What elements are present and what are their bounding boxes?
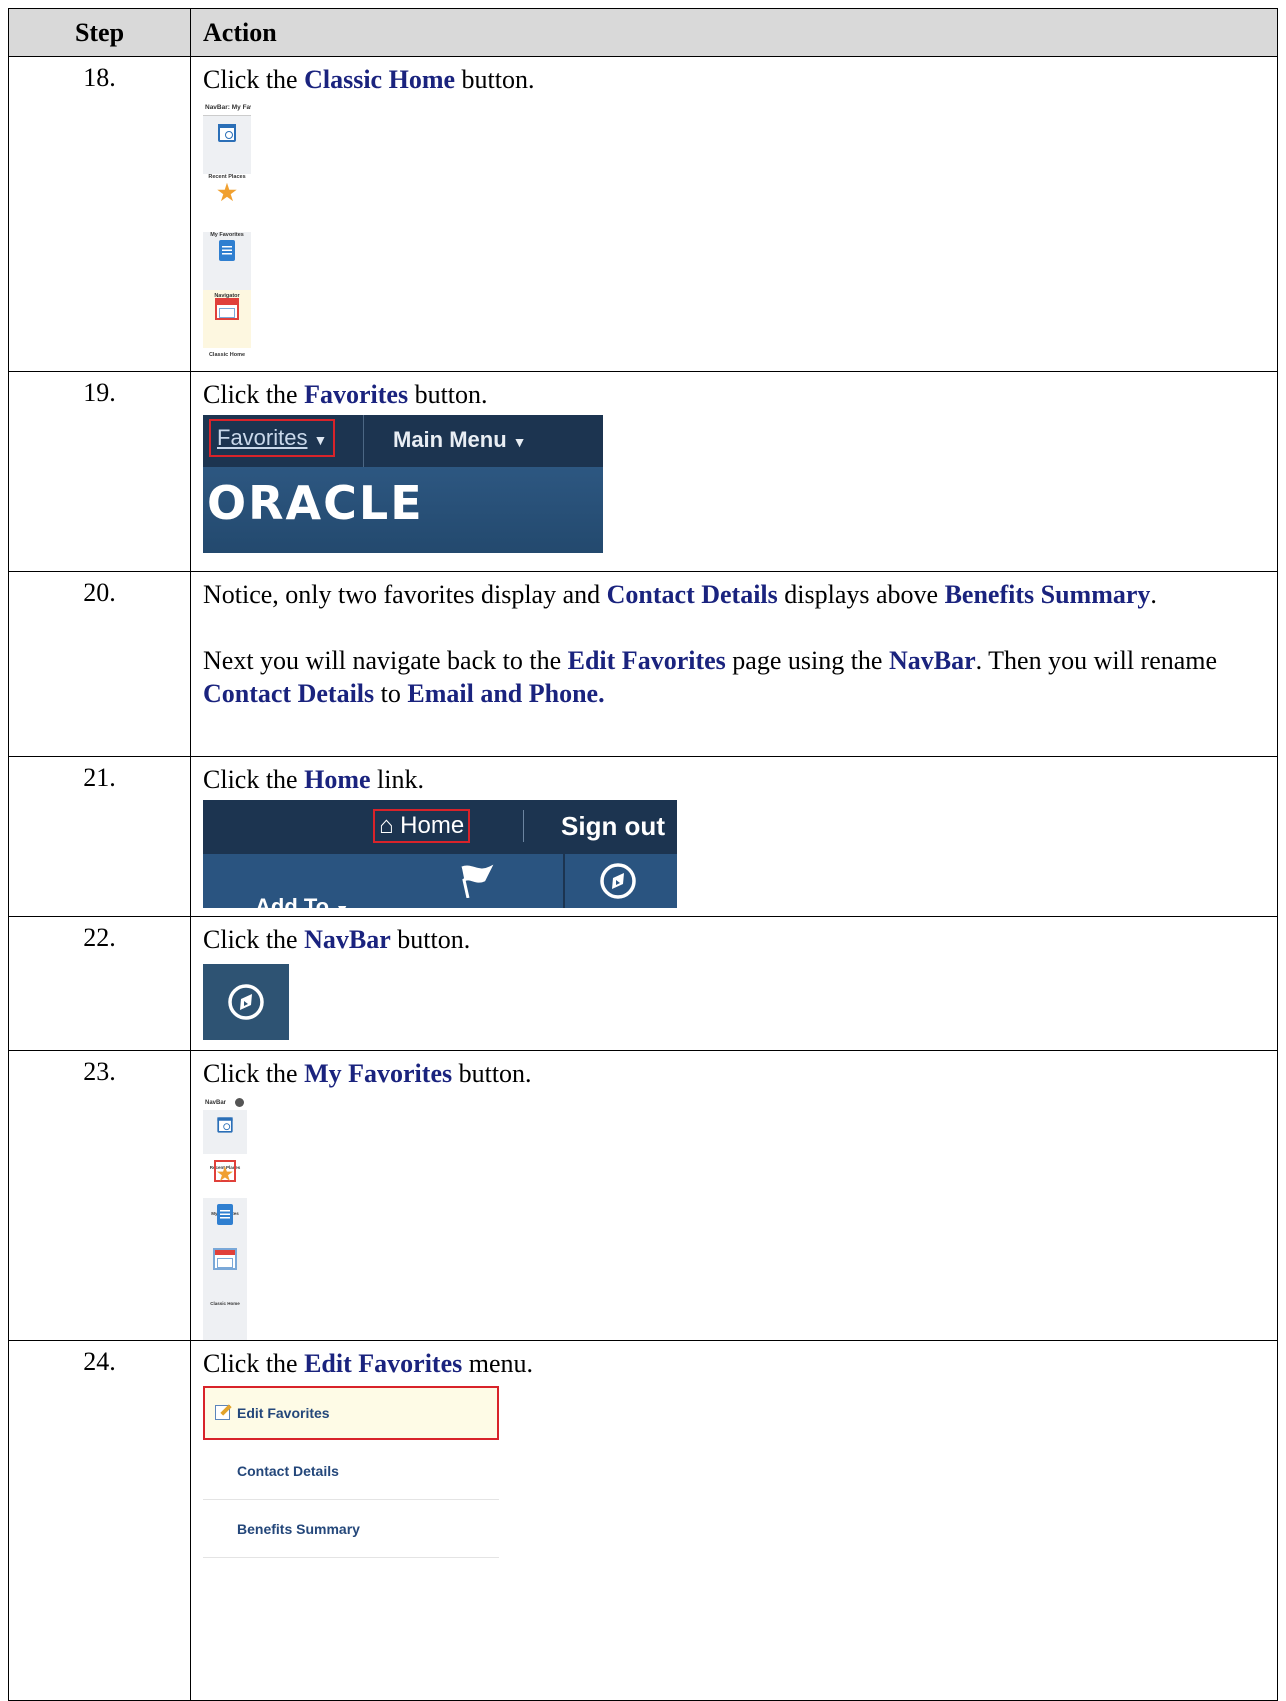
- add-to-button[interactable]: Add To ▼: [255, 890, 349, 908]
- action-cell: Notice, only two favorites display and C…: [190, 571, 1278, 757]
- highlight-term: Favorites: [304, 380, 409, 409]
- oracle-header-screenshot: Favorites ▼ Main Menu ▼ ORACLE: [203, 415, 603, 555]
- home-link[interactable]: ⌂ Home: [373, 809, 471, 843]
- classic-home-icon: [215, 298, 239, 320]
- highlight-term: NavBar: [304, 925, 391, 954]
- table-row: 24. Click the Edit Favorites menu. Edit …: [8, 1340, 1278, 1701]
- step-number: 19.: [8, 371, 191, 572]
- header-step: Step: [8, 8, 191, 57]
- action-cell: Click the Edit Favorites menu. Edit Favo…: [190, 1340, 1278, 1701]
- instruction: Click the Classic Home button.: [203, 65, 535, 94]
- action-cell: Click the NavBar button.: [190, 916, 1278, 1051]
- divider: [563, 854, 565, 908]
- table-header-row: Step Action: [8, 8, 1278, 57]
- divider: [363, 415, 364, 467]
- gear-icon[interactable]: [235, 1098, 244, 1107]
- caret-down-icon: ▼: [313, 432, 328, 448]
- step-number: 21.: [8, 756, 191, 917]
- navbar-screenshot: NavBar: My Fav Recent Places ★ My Favori…: [203, 100, 251, 358]
- instruction: Click the NavBar button.: [203, 925, 471, 954]
- navbar-item-classic-home[interactable]: Classic Home: [203, 1242, 247, 1306]
- header-action: Action: [190, 8, 1278, 57]
- table-row: 18. Click the Classic Home button. NavBa…: [8, 56, 1278, 372]
- home-icon: ⌂: [379, 812, 394, 839]
- action-cell: Click the Home link. ⌂ Home Sign out Add…: [190, 756, 1278, 917]
- instruction: Click the Edit Favorites menu.: [203, 1349, 534, 1378]
- step-number: 20.: [8, 571, 191, 757]
- step-number: 24.: [8, 1340, 191, 1701]
- navbar-button[interactable]: [203, 964, 289, 1040]
- instruction: Click the Home link.: [203, 765, 424, 794]
- action-cell: Click the Classic Home button. NavBar: M…: [190, 56, 1278, 372]
- highlight-term: Edit Favorites: [304, 1349, 463, 1378]
- action-cell: Click the My Favorites button. NavBar Re…: [190, 1050, 1278, 1341]
- star-icon: ★: [216, 1164, 234, 1184]
- step-number: 22.: [8, 916, 191, 1051]
- steps-table: Step Action 18. Click the Classic Home b…: [8, 8, 1278, 1701]
- menu-item-edit-favorites[interactable]: Edit Favorites: [203, 1386, 499, 1440]
- classic-home-icon: [213, 1248, 237, 1270]
- navbar-screenshot: NavBar Recent Places ★ My Favorites Navi…: [203, 1096, 247, 1340]
- menu-item-contact-details[interactable]: Contact Details: [203, 1442, 499, 1500]
- highlight-term: Home: [304, 765, 371, 794]
- oracle-logo: ORACLE: [207, 476, 424, 530]
- navbar-item-classic-home[interactable]: Classic Home: [203, 290, 251, 358]
- step-number: 23.: [8, 1050, 191, 1341]
- table-row: 20. Notice, only two favorites display a…: [8, 571, 1278, 757]
- document-icon: [219, 240, 235, 261]
- calendar-icon: [218, 124, 236, 142]
- navbar-header: NavBar: My Fav: [203, 100, 251, 116]
- table-row: 19. Click the Favorites button. Favorite…: [8, 371, 1278, 572]
- table-row: 22. Click the NavBar button.: [8, 916, 1278, 1051]
- calendar-icon: [217, 1117, 233, 1133]
- flag-icon[interactable]: [458, 864, 494, 898]
- menu-item-benefits-summary[interactable]: Benefits Summary: [203, 1500, 499, 1558]
- favorites-menu: Edit Favorites Contact Details Benefits …: [203, 1386, 499, 1558]
- caret-down-icon: ▼: [512, 434, 527, 450]
- star-icon: ★: [217, 180, 237, 205]
- instruction: Next you will navigate back to the Edit …: [203, 646, 1218, 708]
- edit-icon: [215, 1405, 230, 1420]
- highlight-term: Classic Home: [304, 65, 456, 94]
- favorites-menu-button[interactable]: Favorites ▼: [209, 419, 336, 457]
- instruction: Click the My Favorites button.: [203, 1059, 532, 1088]
- header-links-screenshot: ⌂ Home Sign out Add To ▼: [203, 800, 677, 908]
- sign-out-link[interactable]: Sign out: [561, 810, 665, 843]
- compass-icon[interactable]: [598, 861, 638, 901]
- navbar-item-recent-places[interactable]: Recent Places: [203, 1110, 247, 1170]
- navbar-header: NavBar: [203, 1096, 247, 1110]
- navbar-item-navigator[interactable]: Navigator: [203, 1198, 247, 1261]
- compass-icon: [228, 984, 264, 1020]
- caret-down-icon: ▼: [335, 901, 349, 908]
- highlight-term: My Favorites: [304, 1059, 453, 1088]
- document-icon: [217, 1204, 233, 1225]
- table-row: 21. Click the Home link. ⌂ Home Sign out…: [8, 756, 1278, 917]
- instruction: Click the Favorites button.: [203, 380, 488, 409]
- step-number: 18.: [8, 56, 191, 372]
- table-row: 23. Click the My Favorites button. NavBa…: [8, 1050, 1278, 1341]
- instruction: Notice, only two favorites display and C…: [203, 580, 1157, 609]
- divider: [523, 810, 524, 842]
- action-cell: Click the Favorites button. Favorites ▼ M…: [190, 371, 1278, 572]
- navbar-item-recent-places[interactable]: Recent Places: [203, 116, 251, 180]
- main-menu-button[interactable]: Main Menu ▼: [393, 423, 527, 459]
